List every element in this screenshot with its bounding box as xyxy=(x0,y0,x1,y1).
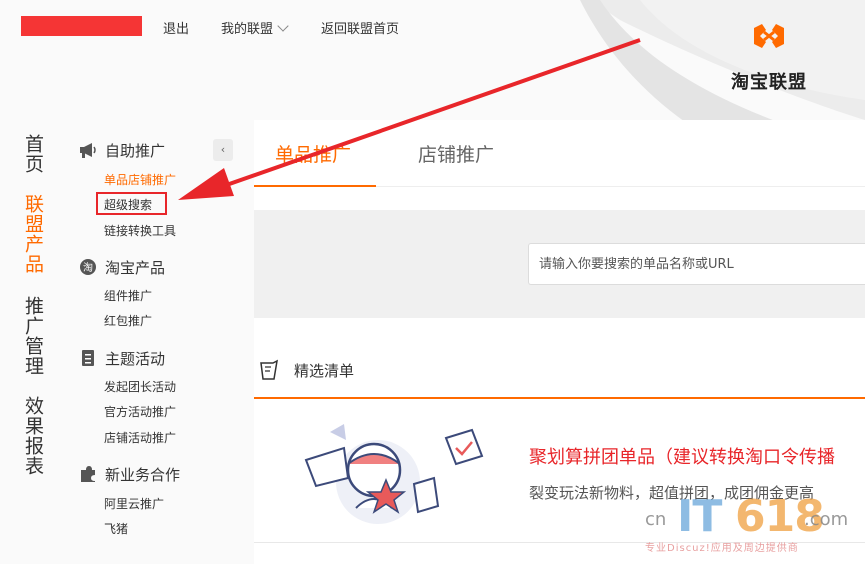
group-header: 主题活动 xyxy=(78,347,165,369)
group-self-promotion: 自助推广 xyxy=(78,139,165,161)
group-taobao-products: 淘 淘宝产品 xyxy=(78,256,165,278)
redacted-username xyxy=(21,16,142,36)
nav-promotion-management[interactable]: 推广管理 xyxy=(22,296,44,376)
menu-item-link-converter[interactable]: 链接转换工具 xyxy=(104,222,176,239)
group-header: 淘 淘宝产品 xyxy=(78,256,165,278)
group-header: 自助推广 xyxy=(78,139,165,161)
menu-item-shop-activity[interactable]: 店铺活动推广 xyxy=(104,429,176,446)
menu-item-fliggy[interactable]: 飞猪 xyxy=(104,520,128,537)
my-alliance-label: 我的联盟 xyxy=(221,22,274,37)
active-tab-indicator xyxy=(254,185,376,187)
menu-item-widget-promotion[interactable]: 组件推广 xyxy=(104,287,152,304)
watermark-it: IT xyxy=(677,491,722,542)
my-alliance-menu[interactable]: 我的联盟 xyxy=(221,18,289,37)
site-watermark: cn IT 618 .com 专业Discuz!应用及周边提供商 xyxy=(645,491,860,559)
megaphone-icon xyxy=(80,143,96,158)
nav-alliance-products[interactable]: 联盟产品 xyxy=(22,194,44,274)
group-new-business: 新业务合作 xyxy=(78,463,180,485)
featured-list-title: 精选清单 xyxy=(294,361,355,380)
collapse-sidebar-button[interactable]: ‹ xyxy=(213,139,233,161)
svg-text:淘: 淘 xyxy=(83,261,93,274)
menu-item-official-activity[interactable]: 官方活动推广 xyxy=(104,403,176,420)
brand-logo-icon xyxy=(754,24,784,48)
taobao-icon: 淘 xyxy=(80,259,96,275)
featured-list-header: 精选清单 xyxy=(258,358,354,382)
watermark-com: .com xyxy=(804,509,849,530)
logout-link[interactable]: 退出 xyxy=(163,18,189,37)
search-input[interactable] xyxy=(528,243,865,285)
group-title: 自助推广 xyxy=(105,141,166,160)
top-bar: 退出 我的联盟 返回联盟首页 xyxy=(0,0,865,56)
group-buy-illustration xyxy=(304,424,484,524)
annotation-highlight-box xyxy=(96,192,167,215)
group-title: 淘宝产品 xyxy=(105,258,166,277)
menu-item-redpacket-promotion[interactable]: 红包推广 xyxy=(104,312,152,329)
scroll-icon xyxy=(260,359,278,380)
nav-home[interactable]: 首页 xyxy=(22,134,44,174)
chevron-down-icon xyxy=(277,20,289,32)
menu-item-launch-leader-activity[interactable]: 发起团长活动 xyxy=(104,378,176,395)
group-title: 新业务合作 xyxy=(105,465,181,484)
brand-name: 淘宝联盟 xyxy=(731,72,807,93)
item-title[interactable]: 聚划算拼团单品（建议转换淘口令传播 xyxy=(529,443,835,469)
back-home-link[interactable]: 返回联盟首页 xyxy=(321,18,399,37)
menu-item-aliyun-promotion[interactable]: 阿里云推广 xyxy=(104,495,164,512)
nav-effect-reports[interactable]: 效果报表 xyxy=(22,396,44,476)
document-icon xyxy=(82,350,94,366)
watermark-tagline: 专业Discuz!应用及周边提供商 xyxy=(645,543,799,554)
group-header: 新业务合作 xyxy=(78,463,180,485)
group-title: 主题活动 xyxy=(105,349,166,368)
watermark-cn: cn xyxy=(645,509,667,530)
puzzle-icon xyxy=(81,466,95,482)
tab-single-product[interactable]: 单品推广 xyxy=(275,140,351,167)
group-theme-activities: 主题活动 xyxy=(78,347,165,369)
tab-shop-promotion[interactable]: 店铺推广 xyxy=(418,140,494,167)
menu-item-product-shop-promotion[interactable]: 单品店铺推广 xyxy=(104,171,176,188)
